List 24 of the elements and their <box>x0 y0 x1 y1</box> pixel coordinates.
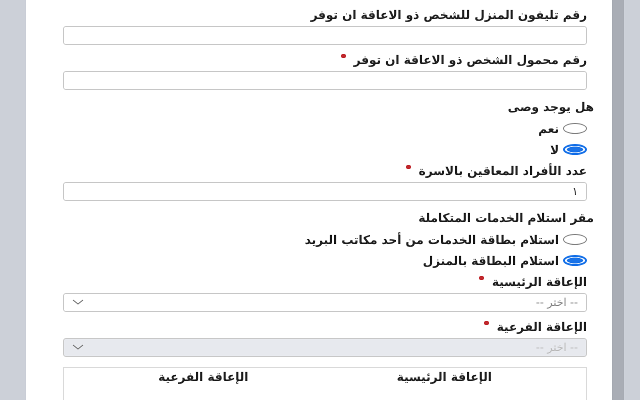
field-label: هل يوجد وصى <box>508 100 594 114</box>
option-label: استلام البطاقة بالمنزل <box>422 254 559 268</box>
select-field[interactable]: -- اختر -- <box>63 293 587 312</box>
radio-button[interactable] <box>563 255 587 266</box>
option-label: لا <box>550 142 559 156</box>
option-label: نعم <box>538 122 559 136</box>
radio-button[interactable] <box>563 234 587 245</box>
column-header: الإعاقة الرئيسية <box>396 370 492 384</box>
field-label: رقم تليفون المنزل للشخص ذو الاعاقة ان توفر <box>310 8 587 22</box>
input-field[interactable]: ١ <box>63 182 587 201</box>
input-field[interactable] <box>63 71 587 90</box>
radio-button[interactable] <box>563 144 587 155</box>
field-label: عدد الأفراد المعاقين بالاسرة <box>418 164 587 178</box>
input-field[interactable] <box>63 26 587 45</box>
chevron-down-icon <box>72 344 84 351</box>
radio-button[interactable] <box>563 123 587 134</box>
option-label: استلام بطاقة الخدمات من أحد مكاتب البريد <box>304 232 559 246</box>
field-label: رقم محمول الشخص ذو الاعاقة ان توفر <box>354 53 587 67</box>
chevron-down-icon <box>72 299 84 306</box>
column-header: الإعاقة الفرعية <box>158 370 248 384</box>
field-label: الإعاقة الرئيسية <box>492 275 587 289</box>
scrollbar[interactable] <box>612 0 624 400</box>
field-label: مقر استلام الخدمات المتكاملة <box>418 211 594 225</box>
field-label: الإعاقة الفرعية <box>496 320 587 334</box>
